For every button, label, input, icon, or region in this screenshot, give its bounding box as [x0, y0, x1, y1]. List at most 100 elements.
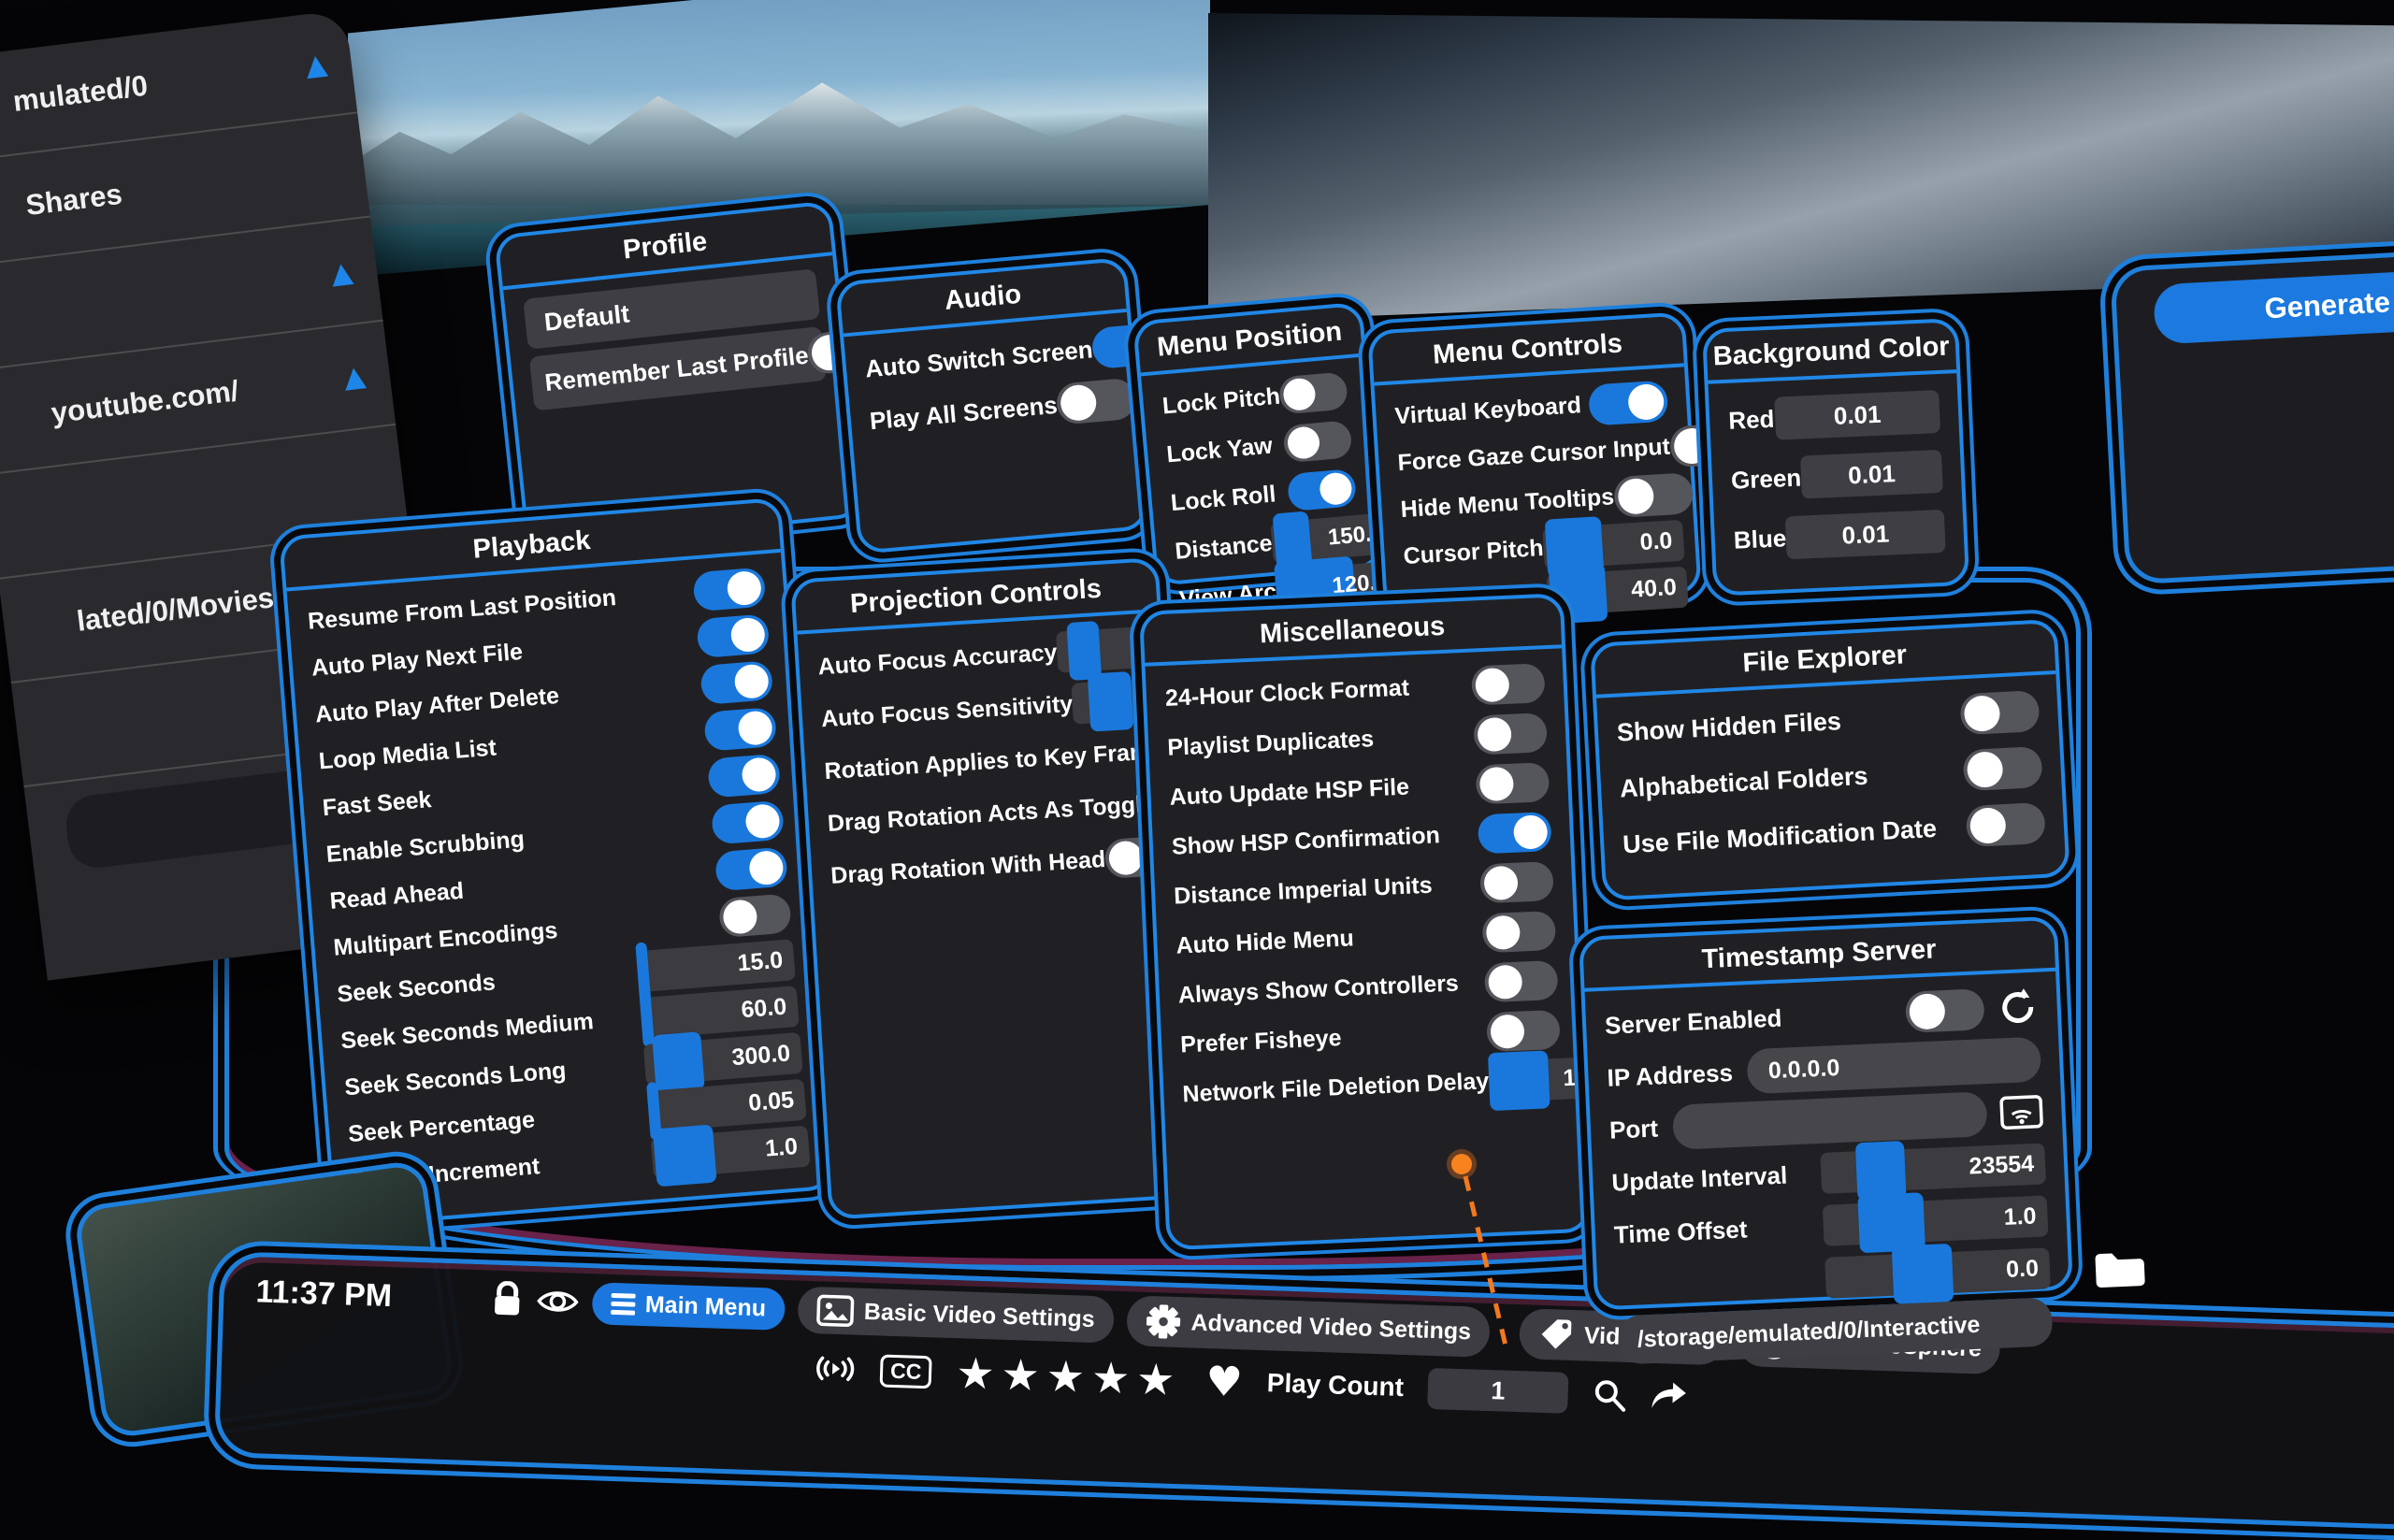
port-input[interactable]: [1672, 1091, 1988, 1150]
ip-address-input[interactable]: 0.0.0.0: [1747, 1037, 2041, 1095]
field-row: Red 0.01: [1727, 385, 1940, 447]
red-value-input[interactable]: 0.01: [1774, 390, 1940, 440]
setting-label: Update Interval: [1611, 1159, 1822, 1197]
slider-handle[interactable]: [1088, 671, 1134, 732]
fast-seek-toggle[interactable]: [707, 753, 781, 798]
show-hsp-confirmation-toggle[interactable]: [1478, 812, 1552, 854]
setting-label: Auto Focus Sensitivity: [820, 690, 1074, 732]
mountain-ridge: [348, 72, 1210, 205]
loop-media-list-toggle[interactable]: [703, 706, 777, 751]
auto-play-next-file-toggle[interactable]: [696, 613, 770, 658]
panel-background-color: Background Color Red 0.01 Green 0.01 Blu…: [1702, 318, 1969, 597]
panel-playback: Playback Resume From Last Position Auto …: [279, 497, 835, 1229]
cursor-pitch-slider[interactable]: 0.0: [1542, 519, 1684, 569]
search-icon[interactable]: [1592, 1377, 1626, 1412]
star-rating[interactable]: ★★★★★: [955, 1347, 1182, 1405]
up-triangle-icon[interactable]: ▲: [342, 359, 368, 395]
auto-play-after-delete-toggle[interactable]: [699, 660, 773, 705]
gear-icon: [1145, 1303, 1181, 1340]
refresh-icon[interactable]: [1997, 986, 2040, 1029]
blue-value-input[interactable]: 0.01: [1785, 510, 1946, 559]
enable-scrubbing-toggle[interactable]: [711, 799, 785, 844]
main-menu-button[interactable]: Main Menu: [591, 1282, 786, 1331]
slider-handle[interactable]: [1488, 1050, 1550, 1111]
panel-menu-controls: Menu Controls Virtual Keyboard Force Gaz…: [1367, 311, 1702, 612]
setting-label: Play All Screens: [869, 390, 1059, 435]
panel-menu-position: Menu Position Lock Pitch Lock Yaw Lock R…: [1132, 302, 1385, 586]
multipart-encodings-toggle[interactable]: [718, 893, 792, 938]
slider-handle[interactable]: [1066, 621, 1102, 681]
setting-label: Virtual Keyboard: [1394, 392, 1590, 431]
image-icon: [815, 1294, 854, 1327]
eye-icon[interactable]: [535, 1287, 579, 1317]
update-interval-slider[interactable]: 23554: [1820, 1143, 2046, 1193]
setting-label: Playlist Duplicates: [1167, 722, 1475, 762]
slider-handle[interactable]: [652, 1031, 705, 1093]
prefer-fisheye-toggle[interactable]: [1486, 1009, 1561, 1051]
advanced-video-settings-button[interactable]: Advanced Video Settings: [1126, 1295, 1491, 1358]
green-value-input[interactable]: 0.01: [1800, 450, 1943, 499]
seek-seconds-slider[interactable]: 15.0: [636, 939, 796, 992]
setting-label: Lock Yaw: [1165, 431, 1285, 468]
slider-value: 15.0: [737, 946, 785, 977]
basic-video-settings-button[interactable]: Basic Video Settings: [797, 1287, 1114, 1344]
seek-seconds-medium-slider[interactable]: 60.0: [640, 986, 800, 1039]
play-count-value[interactable]: 1: [1427, 1368, 1568, 1414]
auto-update-hsp-toggle[interactable]: [1475, 762, 1550, 804]
always-show-controllers-toggle[interactable]: [1484, 959, 1559, 1001]
lock-pitch-toggle[interactable]: [1278, 371, 1348, 414]
lock-roll-toggle[interactable]: [1287, 468, 1357, 511]
setting-label: Blue: [1733, 524, 1787, 554]
generate-catalog-button[interactable]: Generate Cat: [2153, 254, 2394, 344]
playlist-duplicates-toggle[interactable]: [1473, 712, 1548, 755]
auto-hide-menu-toggle[interactable]: [1481, 910, 1556, 952]
slider-value: 1.0: [764, 1133, 799, 1163]
slider-value: 120.0: [1331, 569, 1389, 599]
sidebar-item-label: mulated/0: [11, 69, 150, 119]
share-icon[interactable]: [1650, 1380, 1688, 1413]
show-hidden-files-toggle[interactable]: [1959, 690, 2040, 735]
file-modification-date-toggle[interactable]: [1966, 802, 2046, 847]
panel-profile: Profile Default Remember Last Profile: [494, 200, 864, 552]
folder-icon[interactable]: [2092, 1247, 2148, 1290]
right-window-fragment: Generate Cat: [2110, 244, 2394, 584]
speed-increment-slider[interactable]: 1.0: [651, 1125, 811, 1178]
server-enabled-toggle[interactable]: [1905, 988, 1985, 1033]
setting-label: Time Offset: [1613, 1211, 1824, 1249]
distance-imperial-toggle[interactable]: [1479, 860, 1554, 902]
play-count-label: Play Count: [1266, 1368, 1404, 1403]
lock-yaw-toggle[interactable]: [1282, 420, 1352, 463]
scroll-speed-slider[interactable]: 40.0: [1547, 566, 1689, 615]
setting-label: Auto Focus Accuracy: [817, 639, 1058, 681]
toggle-row: Lock Pitch: [1161, 369, 1348, 426]
slider-handle[interactable]: [1858, 1192, 1926, 1253]
setting-label: Lock Roll: [1170, 480, 1290, 517]
play-all-screens-toggle[interactable]: [1056, 378, 1138, 425]
seek-seconds-long-slider[interactable]: 300.0: [643, 1031, 803, 1085]
slider-handle[interactable]: [1855, 1141, 1907, 1201]
cast-icon[interactable]: [1999, 1095, 2044, 1130]
sidebar-item-label: youtube.com/: [50, 374, 240, 430]
lock-icon[interactable]: [490, 1281, 523, 1319]
slider-handle[interactable]: [1892, 1244, 1954, 1304]
up-triangle-icon[interactable]: ▲: [329, 255, 354, 291]
up-triangle-icon[interactable]: ▲: [304, 48, 329, 83]
clock-format-toggle[interactable]: [1471, 663, 1546, 705]
slider-value: 40.0: [1630, 573, 1677, 603]
setting-label: Distance: [1174, 529, 1273, 565]
favorite-heart-icon[interactable]: ♥: [1205, 1358, 1244, 1406]
broadcast-icon[interactable]: [815, 1354, 857, 1383]
resume-last-position-toggle[interactable]: [692, 567, 766, 612]
setting-label: Force Gaze Cursor Input: [1397, 433, 1671, 477]
read-ahead-toggle[interactable]: [714, 846, 788, 891]
time-offset-slider[interactable]: 1.0: [1823, 1195, 2049, 1245]
setting-label: Remember Last Profile: [543, 340, 810, 396]
setting-label: Drag Rotation Acts As Toggle: [827, 790, 1156, 837]
closed-captions-icon[interactable]: CC: [880, 1354, 932, 1389]
hide-menu-tooltips-toggle[interactable]: [1613, 472, 1695, 518]
main-menu-label: Main Menu: [644, 1291, 766, 1322]
extra-offset-slider[interactable]: 0.0: [1824, 1247, 2051, 1298]
virtual-keyboard-toggle[interactable]: [1588, 380, 1669, 425]
slider-handle[interactable]: [653, 1124, 717, 1187]
alphabetical-folders-toggle[interactable]: [1963, 746, 2043, 791]
